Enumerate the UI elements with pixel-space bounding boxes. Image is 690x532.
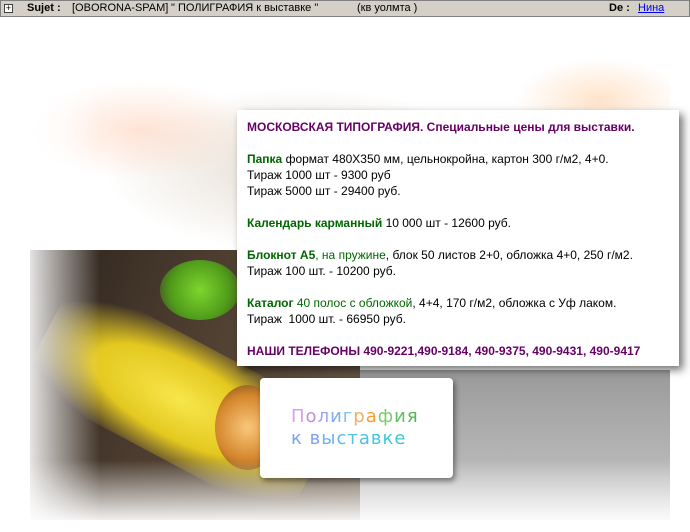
logo-letter: ы (321, 428, 337, 449)
price-card: МОСКОВСКАЯ ТИПОГРАФИЯ. Специальные цены … (237, 110, 679, 366)
catalog-extra: 40 полос с обложкой (293, 296, 413, 310)
logo-letter: а (358, 428, 371, 449)
papka-price-1: Тираж 1000 шт - 9300 руб (247, 168, 391, 182)
catalog-desc: , 4+4, 170 г/м2, обложка с Уф лаком. (412, 296, 617, 310)
logo-letter: в (370, 428, 383, 449)
logo-letter: г (342, 406, 354, 427)
papka-block: Папка формат 480Х350 мм, цельнокройна, к… (247, 151, 669, 199)
logo-letter: к (382, 428, 395, 449)
notepad-block: Блокнот А5, на пружине, блок 50 листов 2… (247, 247, 669, 279)
sender-alias: (кв уолмта ) (357, 2, 418, 14)
logo-letter: и (330, 406, 343, 427)
message-header: + Sujet : [OBORONA-SPAM] " ПОЛИГРАФИЯ к … (0, 0, 690, 17)
catalog-block: Каталог 40 полос с обложкой, 4+4, 170 г/… (247, 295, 669, 327)
logo-letter: р (353, 406, 366, 427)
card-heading: МОСКОВСКАЯ ТИПОГРАФИЯ. Специальные цены … (247, 120, 635, 134)
logo-letter: в (309, 428, 322, 449)
from-label: De : (609, 2, 630, 14)
notepad-desc: , блок 50 листов 2+0, обложка 4+0, 250 г… (385, 248, 633, 262)
logo-letter: е (394, 428, 407, 449)
logo-letter: ф (377, 406, 395, 427)
logo-letter: о (305, 406, 318, 427)
logo-line-2: к выставке (291, 428, 406, 449)
calendar-name: Календарь карманный (247, 216, 383, 230)
papka-name: Папка (247, 152, 283, 166)
logo-letter: к (291, 428, 303, 449)
art-green-highlight (160, 260, 240, 320)
logo-letter: и (394, 406, 407, 427)
art-left-fade (20, 60, 100, 525)
subject-text: " ПОЛИГРАФИЯ к выставке " (171, 2, 319, 14)
notepad-extra: , на пружине (315, 248, 386, 262)
list-tag: [OBORONA-SPAM] (72, 2, 169, 14)
notepad-name: Блокнот А5 (247, 248, 316, 262)
papka-price-2: Тираж 5000 шт - 29400 руб. (247, 184, 401, 198)
catalog-name: Каталог (247, 296, 294, 310)
calendar-desc: 10 000 шт - 12600 руб. (382, 216, 511, 230)
papka-desc: формат 480Х350 мм, цельнокройна, картон … (282, 152, 609, 166)
logo-letter: с (336, 428, 348, 449)
subject-label: Sujet : (27, 2, 61, 14)
logo-letter: я (406, 406, 419, 427)
from-link[interactable]: Нина (638, 1, 664, 16)
logo-letter: П (291, 406, 306, 427)
logo-letter: л (317, 406, 331, 427)
phones-line: НАШИ ТЕЛЕФОНЫ 490-9221,490-9184, 490-937… (247, 344, 641, 358)
expand-icon[interactable]: + (4, 4, 13, 13)
notepad-price: Тираж 100 шт. - 10200 руб. (247, 264, 396, 278)
calendar-block: Календарь карманный 10 000 шт - 12600 ру… (247, 215, 669, 231)
catalog-price: Тираж 1000 шт. - 66950 руб. (247, 312, 406, 326)
logo-letter (303, 428, 310, 449)
logo-line-1: Полиграфия (291, 406, 419, 427)
logo-letter: а (365, 406, 378, 427)
logo-card: Полиграфия к выставке (260, 378, 453, 478)
logo-letter: т (347, 428, 359, 449)
